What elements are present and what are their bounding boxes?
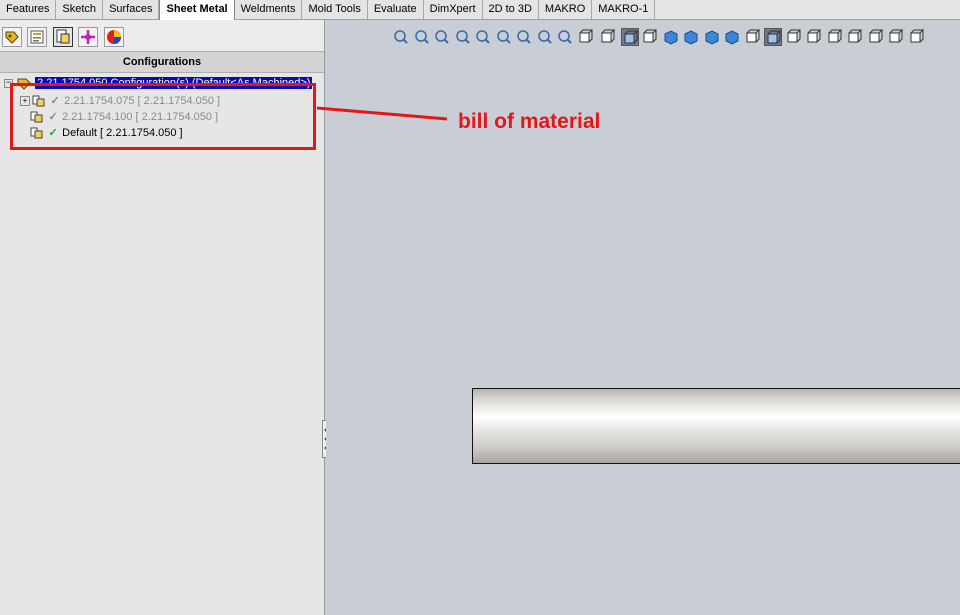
hidden-removed-icon[interactable] <box>682 28 700 46</box>
tab-makro-1[interactable]: MAKRO-1 <box>592 0 656 19</box>
view-orientation-icon[interactable] <box>577 28 595 46</box>
top-view-icon[interactable] <box>908 28 926 46</box>
front-view-icon[interactable] <box>826 28 844 46</box>
panel-toolbar <box>0 20 324 52</box>
tab-surfaces[interactable]: Surfaces <box>103 0 160 19</box>
round-bar-model[interactable] <box>472 388 960 464</box>
rotate-view-icon[interactable] <box>474 28 492 46</box>
shaded-edges-alt-icon[interactable] <box>723 28 741 46</box>
right-view-icon[interactable] <box>887 28 905 46</box>
pan-3d-icon[interactable] <box>515 28 533 46</box>
wireframe-icon[interactable] <box>641 28 659 46</box>
dimxpert-manager-tab-icon[interactable] <box>78 27 98 47</box>
tab-features[interactable]: Features <box>0 0 57 19</box>
roll-icon[interactable] <box>495 28 513 46</box>
tab-makro[interactable]: MAKRO <box>539 0 593 19</box>
section-view-icon[interactable] <box>556 28 574 46</box>
command-manager-tabs: Features Sketch Surfaces Sheet Metal Weldmen… <box>0 0 960 20</box>
property-manager-tab-icon[interactable] <box>27 27 47 47</box>
shaded-edges-icon[interactable] <box>620 28 639 46</box>
left-view-icon[interactable] <box>867 28 885 46</box>
shaded-icon[interactable] <box>703 28 721 46</box>
dimetric-icon[interactable] <box>805 28 823 46</box>
trimetric-icon[interactable] <box>785 28 803 46</box>
tab-dimxpert[interactable]: DimXpert <box>424 0 483 19</box>
display-style-icon[interactable] <box>599 28 617 46</box>
zoom-area-icon[interactable] <box>413 28 431 46</box>
tab-evaluate[interactable]: Evaluate <box>368 0 424 19</box>
annotation-highlight-box <box>10 83 316 150</box>
panel-header: Configurations <box>0 52 324 73</box>
hidden-lines-icon[interactable] <box>662 28 680 46</box>
tab-weldments[interactable]: Weldments <box>235 0 303 19</box>
feature-manager-tab-icon[interactable] <box>2 27 22 47</box>
tab-mold-tools[interactable]: Mold Tools <box>302 0 368 19</box>
back-view-icon[interactable] <box>846 28 864 46</box>
tab-2d-to-3d[interactable]: 2D to 3D <box>483 0 539 19</box>
isometric-icon[interactable] <box>764 28 782 46</box>
tab-sheet-metal[interactable]: Sheet Metal <box>159 0 235 20</box>
pan-icon[interactable] <box>433 28 451 46</box>
normal-to-icon[interactable] <box>536 28 554 46</box>
display-manager-tab-icon[interactable] <box>104 27 124 47</box>
rotate-icon[interactable] <box>454 28 472 46</box>
annotation-pointer-line <box>317 106 448 121</box>
perspective-icon[interactable] <box>744 28 762 46</box>
zoom-to-fit-icon[interactable] <box>392 28 410 46</box>
annotation-label: bill of material <box>458 110 601 133</box>
tab-sketch[interactable]: Sketch <box>56 0 104 19</box>
configuration-manager-tab-icon[interactable] <box>53 27 73 47</box>
